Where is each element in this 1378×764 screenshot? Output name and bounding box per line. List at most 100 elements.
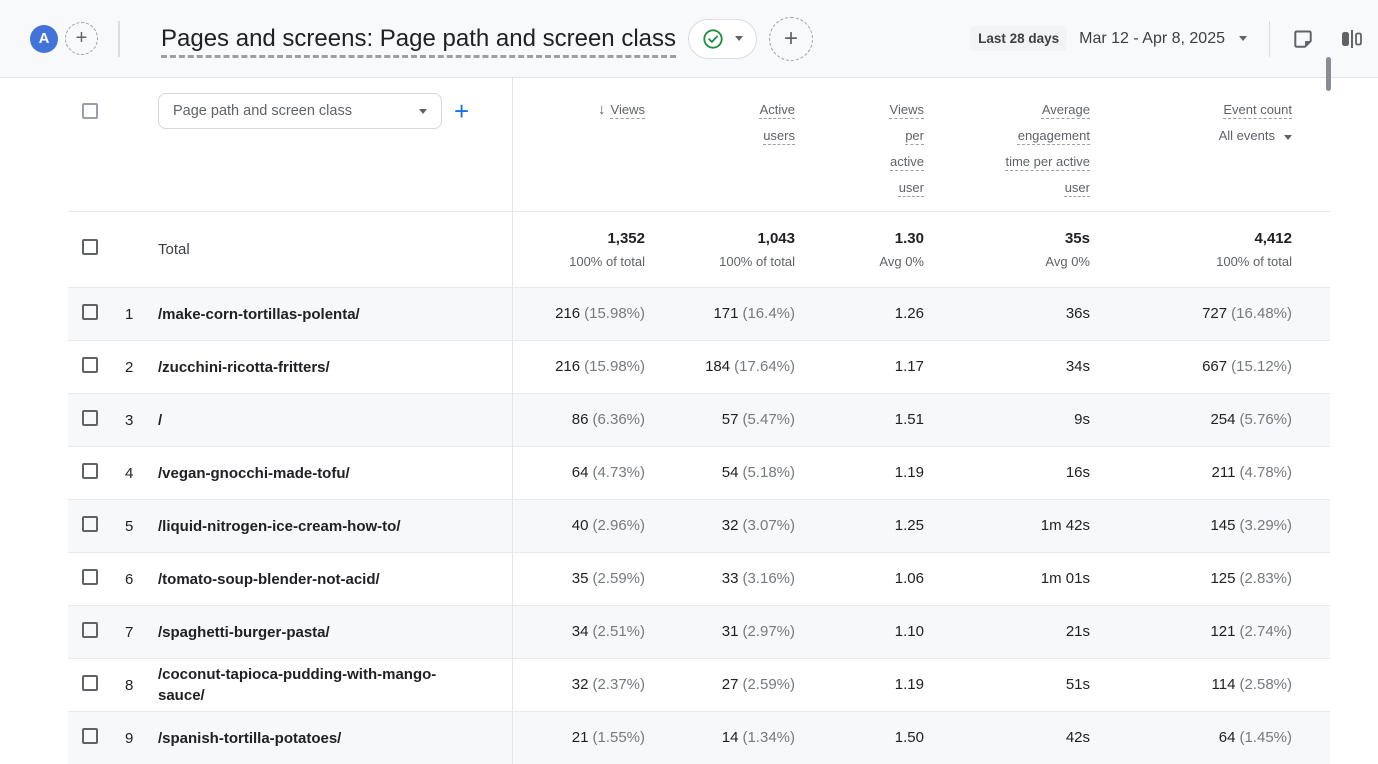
views-cell: 216(15.98%) (512, 358, 645, 376)
table-row: 8 /coconut-tapioca-pudding-with-mango-sa… (68, 658, 1330, 711)
row-number: 6 (125, 571, 158, 588)
row-number: 2 (125, 359, 158, 376)
header-divider (118, 21, 120, 57)
page-title[interactable]: Pages and screens: Page path and screen … (161, 25, 676, 53)
engagement-cell: 9s (924, 411, 1090, 429)
notes-button[interactable] (1290, 26, 1316, 52)
page-path: /zucchini-ricotta-fritters/ (158, 357, 330, 378)
total-event-count-cell: 4,412 100% of total (1090, 230, 1292, 269)
add-dimension-button[interactable]: + (454, 98, 469, 124)
add-comparison-button[interactable]: + (65, 22, 98, 55)
table-row: 1 /make-corn-tortillas-polenta/ 216(15.9… (68, 287, 1330, 340)
engagement-cell: 1m 42s (924, 517, 1090, 535)
engagement-cell: 36s (924, 305, 1090, 323)
row-number: 4 (125, 465, 158, 482)
total-row-checkbox[interactable] (82, 239, 98, 255)
dimension-selector[interactable]: Page path and screen class (158, 93, 442, 129)
event-count-cell: 125(2.83%) (1090, 570, 1292, 588)
row-number: 8 (125, 677, 158, 694)
header-divider (1269, 21, 1270, 57)
event-count-cell: 254(5.76%) (1090, 411, 1292, 429)
row-checkbox[interactable] (82, 516, 98, 532)
add-report-button[interactable]: + (769, 17, 813, 61)
row-checkbox[interactable] (82, 410, 98, 426)
row-checkbox[interactable] (82, 728, 98, 744)
total-views-cell: 1,352 100% of total (512, 230, 645, 269)
chevron-down-icon (1239, 36, 1247, 41)
views-cell: 34(2.51%) (512, 623, 645, 641)
event-count-column-header[interactable]: Event count All events (1090, 78, 1292, 149)
row-checkbox[interactable] (82, 463, 98, 479)
event-count-cell: 145(3.29%) (1090, 517, 1292, 535)
row-checkbox[interactable] (82, 569, 98, 585)
column-divider (512, 78, 513, 764)
views-column-header[interactable]: ↓Views (512, 78, 645, 123)
page-path: /spanish-tortilla-potatoes/ (158, 728, 341, 749)
engagement-cell: 42s (924, 729, 1090, 747)
comparison-button[interactable] (1338, 26, 1364, 52)
views-cell: 86(6.36%) (512, 411, 645, 429)
row-number: 7 (125, 624, 158, 641)
chevron-down-icon (1284, 135, 1292, 140)
event-count-cell: 667(15.12%) (1090, 358, 1292, 376)
note-icon (1291, 27, 1315, 51)
report-header: A + Pages and screens: Page path and scr… (0, 0, 1378, 78)
report-status-dropdown[interactable] (688, 19, 757, 59)
row-number: 1 (125, 306, 158, 323)
event-count-cell: 114(2.58%) (1090, 676, 1292, 694)
views-cell: 40(2.96%) (512, 517, 645, 535)
engagement-cell: 16s (924, 464, 1090, 482)
page-path: /make-corn-tortillas-polenta/ (158, 304, 360, 325)
views-per-user-cell: 1.25 (795, 517, 924, 535)
views-per-user-cell: 1.50 (795, 729, 924, 747)
table-body: 1 /make-corn-tortillas-polenta/ 216(15.9… (68, 287, 1330, 764)
avatar[interactable]: A (30, 25, 58, 53)
select-all-checkbox[interactable] (82, 103, 98, 119)
table-row: 5 /liquid-nitrogen-ice-cream-how-to/ 40(… (68, 499, 1330, 552)
page-path: / (158, 410, 162, 431)
views-per-user-cell: 1.19 (795, 676, 924, 694)
total-engagement-cell: 35s Avg 0% (924, 230, 1090, 269)
event-count-cell: 211(4.78%) (1090, 464, 1292, 482)
views-per-user-column-header[interactable]: Views per active user (795, 78, 924, 201)
row-checkbox[interactable] (82, 304, 98, 320)
total-views-per-user-cell: 1.30 Avg 0% (795, 230, 924, 269)
table-row: 9 /spanish-tortilla-potatoes/ 21(1.55%) … (68, 711, 1330, 764)
chevron-down-icon (735, 36, 743, 41)
table-row: 2 /zucchini-ricotta-fritters/ 216(15.98%… (68, 340, 1330, 393)
active-users-cell: 184(17.64%) (645, 358, 795, 376)
views-cell: 64(4.73%) (512, 464, 645, 482)
avg-engagement-column-header[interactable]: Average engagement time per active user (924, 78, 1090, 201)
engagement-cell: 21s (924, 623, 1090, 641)
active-users-cell: 27(2.59%) (645, 676, 795, 694)
row-checkbox[interactable] (82, 622, 98, 638)
page-path: /tomato-soup-blender-not-acid/ (158, 569, 380, 590)
active-users-column-header[interactable]: Active users (645, 78, 795, 149)
active-users-cell: 57(5.47%) (645, 411, 795, 429)
total-active-users-cell: 1,043 100% of total (645, 230, 795, 269)
views-cell: 32(2.37%) (512, 676, 645, 694)
date-range-badge: Last 28 days (970, 26, 1067, 51)
views-cell: 216(15.98%) (512, 305, 645, 323)
active-users-cell: 31(2.97%) (645, 623, 795, 641)
comparison-bars-icon (1338, 26, 1364, 52)
dimension-selector-label: Page path and screen class (173, 103, 352, 119)
row-checkbox[interactable] (82, 675, 98, 691)
event-filter-dropdown[interactable]: All events (1090, 123, 1292, 149)
row-number: 5 (125, 518, 158, 535)
scrollbar-thumb[interactable] (1326, 57, 1331, 91)
row-number: 9 (125, 730, 158, 747)
event-count-cell: 727(16.48%) (1090, 305, 1292, 323)
sort-descending-icon: ↓ (598, 101, 606, 118)
row-checkbox[interactable] (82, 357, 98, 373)
total-row: Total 1,352 100% of total 1,043 100% of … (68, 211, 1330, 287)
active-users-cell: 54(5.18%) (645, 464, 795, 482)
header-right-group: Last 28 days Mar 12 - Apr 8, 2025 (970, 21, 1364, 57)
total-label: Total (158, 241, 512, 258)
page-path: /liquid-nitrogen-ice-cream-how-to/ (158, 516, 401, 537)
chevron-down-icon (419, 109, 427, 114)
table-header-row: Page path and screen class + ↓Views Acti… (68, 78, 1330, 211)
active-users-cell: 32(3.07%) (645, 517, 795, 535)
table-row: 3 / 86(6.36%) 57(5.47%) 1.51 9s 254(5.76… (68, 393, 1330, 446)
date-range-selector[interactable]: Mar 12 - Apr 8, 2025 (1079, 30, 1247, 48)
